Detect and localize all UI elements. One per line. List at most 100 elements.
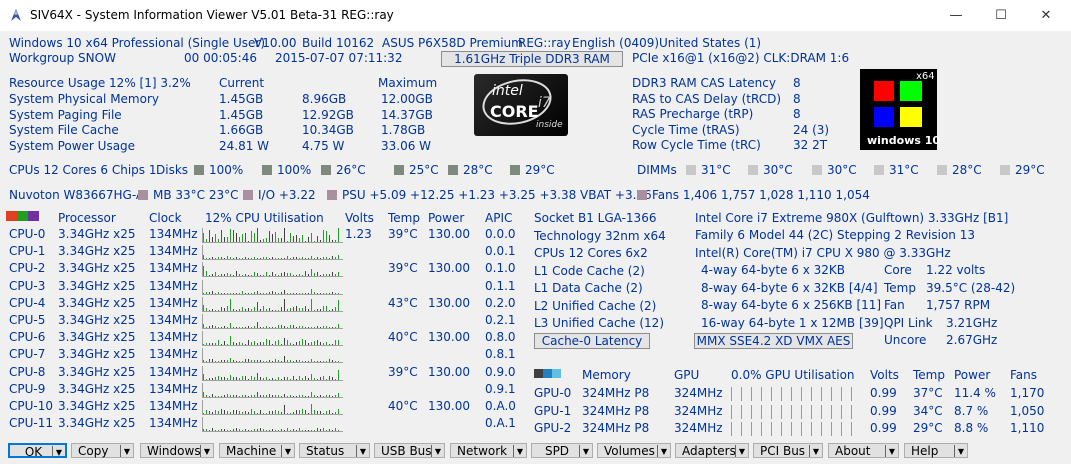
cpu-util-bar	[215, 309, 216, 311]
gpu-temp: 29°C	[913, 421, 943, 435]
button-windows[interactable]: Windows ▼	[140, 443, 214, 458]
cpu-util-bar	[215, 376, 216, 380]
cpu-util-bar	[224, 429, 225, 432]
cpu-util-bar	[266, 326, 267, 328]
cpu-util-bar	[227, 237, 228, 242]
maximize-button[interactable]: ☐	[978, 0, 1024, 31]
cpu-util-bar	[242, 412, 243, 414]
dropdown-arrow-icon[interactable]: ▼	[435, 444, 441, 459]
cpu-util-bar	[308, 308, 309, 311]
dropdown-arrow-icon[interactable]: ▼	[958, 444, 964, 459]
cpu-util-bar	[269, 430, 270, 432]
cpu-apic: 0.0.0	[485, 227, 516, 241]
dropdown-arrow-icon[interactable]: ▼	[813, 444, 819, 459]
minimize-button[interactable]: —	[933, 0, 979, 31]
cpu-util-bar	[281, 395, 282, 397]
cpu-util-bar	[206, 258, 207, 260]
gpu-util-tick	[741, 387, 742, 401]
disk-value: 29°C	[510, 163, 555, 178]
button-volumes[interactable]: Volumes ▼	[597, 443, 671, 458]
cpu-power-header: Power	[428, 211, 465, 225]
cpu-power: 130.00	[428, 261, 470, 276]
cpu-util-bar	[236, 327, 237, 328]
button-adapters[interactable]: Adapters ▼	[675, 443, 749, 458]
cpu-clock: 134MHz	[149, 364, 198, 379]
cpu-util-bar	[206, 378, 207, 380]
cpu-util-bar	[338, 272, 339, 277]
dropdown-arrow-icon[interactable]: ▼	[661, 444, 667, 459]
cpu-util-bar	[245, 233, 246, 242]
cpu-util-bar	[254, 257, 255, 260]
resource-max: 12.00GB	[381, 92, 433, 106]
button-network[interactable]: Network ▼	[450, 443, 527, 458]
cpu-util-bar	[266, 292, 267, 294]
dropdown-arrow-icon[interactable]: ▼	[739, 444, 745, 459]
cpu-util-bar	[296, 430, 297, 432]
cpu-util-bar	[293, 325, 294, 328]
cpu-util-bar	[209, 411, 210, 414]
cpu-stat-label: Core	[884, 263, 912, 277]
button-ok[interactable]: OK ▼	[8, 443, 67, 460]
cpu-util-bar	[269, 275, 270, 277]
cpu-util-bar	[326, 326, 327, 328]
cpu-clock-header: Clock	[149, 211, 182, 225]
button-machine[interactable]: Machine ▼	[219, 443, 295, 458]
button-spd[interactable]: SPD ▼	[531, 443, 593, 458]
cache-latency-button[interactable]: Cache-0 Latency	[534, 333, 650, 349]
cpu-util-bar	[230, 374, 231, 380]
cpu-util-bar	[287, 395, 288, 397]
cpu-util-bar	[278, 325, 279, 328]
cpu-util-bar	[275, 327, 276, 328]
memory-button[interactable]: 1.61GHz Triple DDR3 RAM	[441, 51, 623, 67]
cpu-util-bar	[245, 394, 246, 397]
gpu-memory-header: Memory	[582, 368, 631, 382]
button-usb-bus[interactable]: USB Bus ▼	[374, 443, 445, 458]
disks-label: Disks	[156, 163, 189, 177]
dropdown-arrow-icon[interactable]: ▼	[889, 444, 895, 459]
cpu-features-button[interactable]: MMX SSE4.2 XD VMX AES	[694, 333, 853, 349]
cpu-util-bar	[329, 344, 330, 346]
gpu-volts: 0.99	[870, 421, 897, 435]
cpu-util-bar	[206, 327, 207, 328]
dropdown-arrow-icon[interactable]: ▼	[56, 445, 62, 460]
gpu-util-tick	[841, 404, 842, 419]
button-help[interactable]: Help ▼	[904, 443, 968, 458]
cpu-util-bar	[251, 275, 252, 277]
gpu-util-tick	[811, 404, 812, 419]
cpu-util-bar	[236, 376, 237, 380]
dropdown-arrow-icon[interactable]: ▼	[204, 444, 210, 459]
gpu-util-tick	[831, 422, 832, 436]
country: United States (1)	[659, 36, 762, 50]
dropdown-arrow-icon[interactable]: ▼	[285, 444, 291, 459]
dropdown-arrow-icon[interactable]: ▼	[583, 444, 589, 459]
cpu-util-bar	[314, 258, 315, 260]
dropdown-arrow-icon[interactable]: ▼	[517, 444, 523, 459]
cpu-util-bar	[263, 275, 264, 277]
gpu-util-tick	[791, 404, 792, 419]
cpu-util-header: 12% CPU Utilisation	[205, 211, 324, 225]
dropdown-arrow-icon[interactable]: ▼	[360, 444, 366, 459]
cpu-util-bar	[209, 359, 210, 363]
close-button[interactable]: ✕	[1023, 0, 1069, 31]
cpu-util-bar	[284, 228, 285, 242]
cpu-util-bar	[311, 342, 312, 346]
button-copy[interactable]: Copy ▼	[71, 443, 134, 458]
button-status[interactable]: Status ▼	[299, 443, 370, 458]
cpu-util-bar	[281, 344, 282, 346]
cpu-util-bar	[254, 394, 255, 397]
gpu-fans: 1,050	[1010, 403, 1045, 418]
cpu-util-bar	[230, 430, 231, 432]
cpu-util-bar	[317, 428, 318, 432]
resource-label: System Paging File	[9, 107, 122, 122]
cpu-power: 130.00	[428, 399, 470, 413]
cpu-util-bar	[275, 232, 276, 242]
cpu-util-bar	[329, 258, 330, 260]
button-pci-bus[interactable]: PCI Bus ▼	[753, 443, 823, 458]
disk-reading: 26°C	[336, 163, 366, 177]
cpu-util-bar	[311, 404, 312, 414]
dropdown-arrow-icon[interactable]: ▼	[124, 444, 130, 459]
cpu-util-bar	[296, 257, 297, 260]
cpu-util-bar	[254, 326, 255, 328]
cpu-util-bar	[236, 361, 237, 363]
button-about[interactable]: About ▼	[828, 443, 899, 458]
